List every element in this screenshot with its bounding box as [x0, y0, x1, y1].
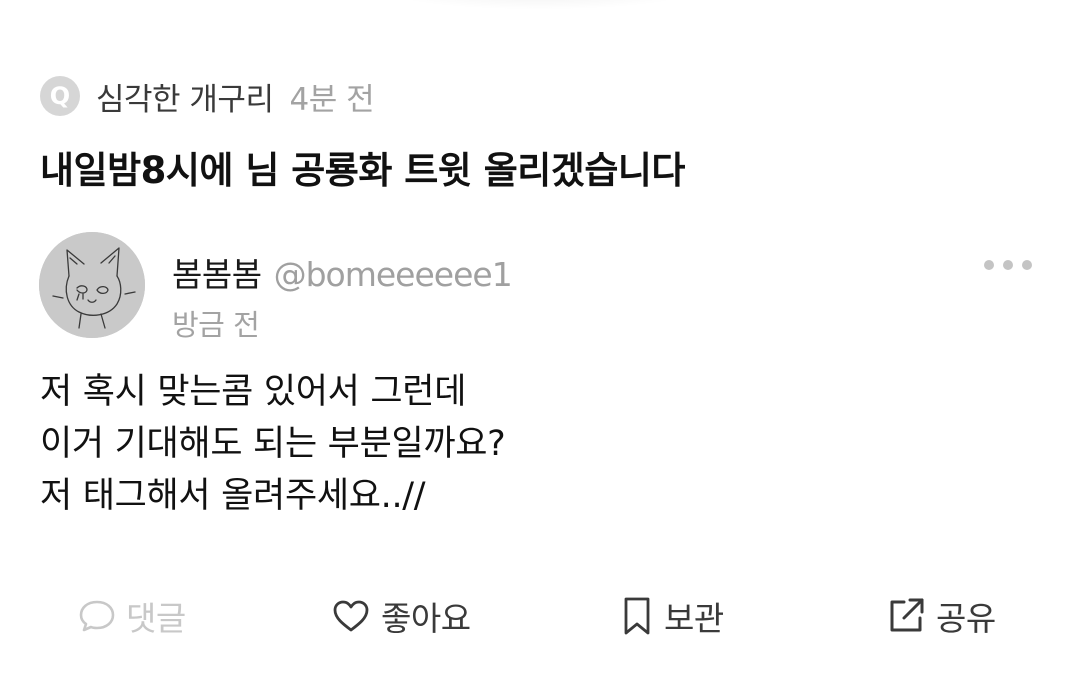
answer-body-line: 저 태그해서 올려주세요..// — [40, 476, 426, 516]
more-dots-icon[interactable] — [984, 254, 1032, 276]
more-dot — [1003, 260, 1013, 270]
answer-meta: 봄봄봄 @bomeeeeee1 방금 전 — [172, 248, 513, 344]
question-author[interactable]: 심각한 개구리 — [96, 74, 274, 119]
save-label: 보관 — [664, 599, 724, 638]
comment-button[interactable]: 댓글 — [78, 594, 186, 638]
question-badge-icon: Q — [40, 76, 80, 116]
more-dot — [984, 260, 994, 270]
answer-author-handle[interactable]: @bomeeeeee1 — [274, 255, 513, 294]
answer-body: 저 혹시 맞는콤 있어서 그런데 이거 기대해도 되는 부분일까요? 저 태그해… — [40, 366, 506, 522]
heart-icon — [333, 600, 369, 632]
cat-sketch-avatar[interactable] — [39, 232, 145, 338]
question-header: Q 심각한 개구리 4분 전 — [40, 74, 375, 119]
qa-post-screen: Q 심각한 개구리 4분 전 내일밤8시에 님 공룡화 트윗 올리겠습니다 봄봄… — [0, 0, 1080, 689]
like-label: 좋아요 — [381, 599, 471, 638]
question-time: 4분 전 — [289, 81, 375, 118]
save-button[interactable]: 보관 — [620, 594, 724, 638]
bookmark-icon — [624, 597, 650, 635]
answer-time: 방금 전 — [172, 308, 260, 342]
comment-icon — [79, 600, 115, 632]
avatar-drawing — [39, 232, 145, 338]
answer-name-row: 봄봄봄 @bomeeeeee1 — [172, 248, 513, 296]
share-button[interactable]: 공유 — [886, 594, 996, 638]
more-dot — [1022, 260, 1032, 270]
share-icon — [890, 598, 924, 632]
answer-body-line: 저 혹시 맞는콤 있어서 그런데 — [40, 372, 467, 412]
answer-author-name[interactable]: 봄봄봄 — [172, 248, 262, 296]
share-label: 공유 — [936, 599, 996, 638]
question-title: 내일밤8시에 님 공룡화 트윗 올리겠습니다 — [40, 149, 685, 192]
answer-body-line: 이거 기대해도 되는 부분일까요? — [40, 424, 506, 464]
top-edge-shadow — [380, 0, 700, 10]
like-button[interactable]: 좋아요 — [331, 594, 471, 638]
comment-label: 댓글 — [126, 599, 186, 638]
